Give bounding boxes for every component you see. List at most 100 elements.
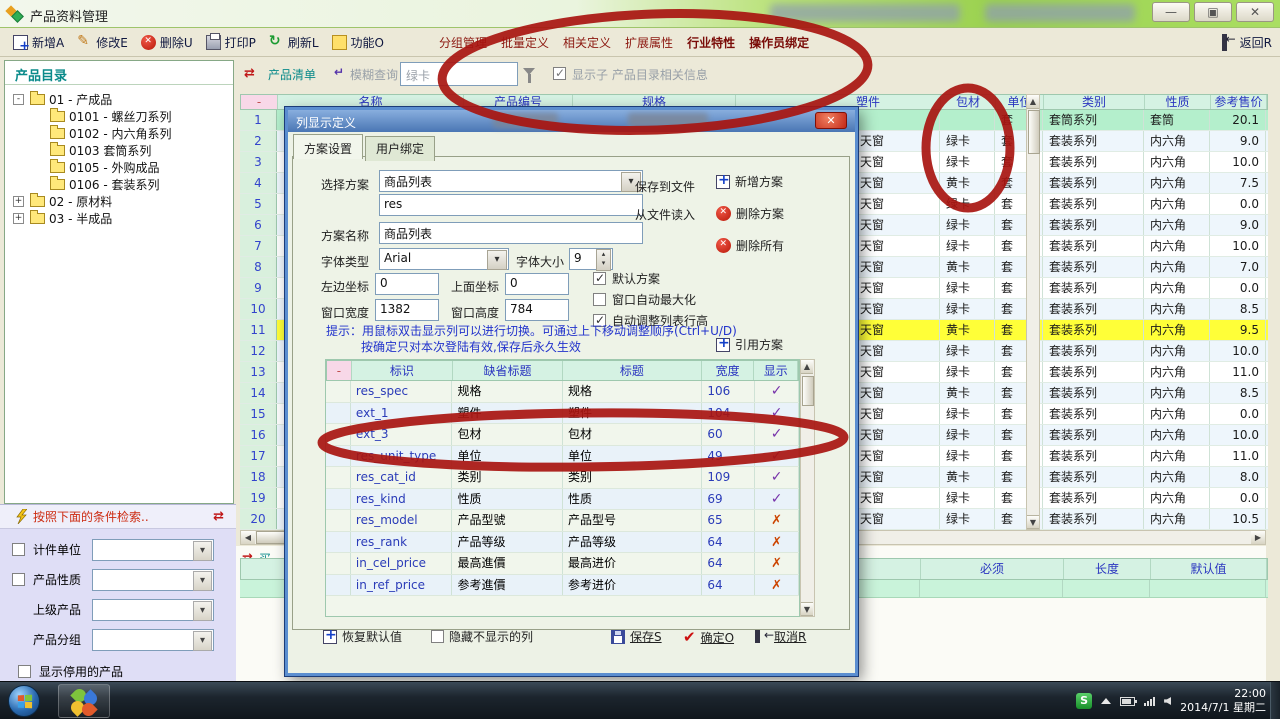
filter-dropdown[interactable] bbox=[92, 539, 214, 561]
column-header[interactable]: 类别 bbox=[1044, 95, 1145, 109]
network-signal-icon[interactable] bbox=[1144, 697, 1155, 706]
minimize-button[interactable]: — bbox=[1152, 2, 1190, 22]
menu-item[interactable]: 批量定义 bbox=[501, 34, 549, 51]
menu-item[interactable]: 行业特性 bbox=[687, 34, 735, 51]
swap-icon[interactable]: ⇄ bbox=[213, 509, 224, 524]
column-header[interactable]: 性质 bbox=[1145, 95, 1211, 109]
tree-item[interactable]: 0103 套筒系列 bbox=[7, 142, 231, 159]
column-header[interactable]: 标题 bbox=[563, 361, 702, 380]
column-header[interactable]: 宽度 bbox=[702, 361, 755, 380]
start-button[interactable] bbox=[8, 685, 40, 717]
product-list-label[interactable]: 产品清单 bbox=[268, 66, 316, 83]
column-def-row[interactable]: res_cat_id类别类别109✓ bbox=[326, 467, 799, 489]
top-coord-field[interactable]: 0 bbox=[505, 273, 569, 295]
column-header[interactable]: 必须 bbox=[921, 559, 1064, 579]
menu-item[interactable]: 相关定义 bbox=[563, 34, 611, 51]
save-button[interactable]: 保存S bbox=[611, 628, 662, 645]
hide-columns-checkbox-row[interactable]: 隐藏不显示的列 bbox=[431, 628, 533, 645]
toolbar-button-1[interactable]: 新增A bbox=[13, 34, 64, 51]
scroll-thumb[interactable] bbox=[1028, 110, 1040, 154]
column-def-row[interactable]: res_unit_type单位单位49✓ bbox=[326, 446, 799, 468]
font-select[interactable]: Arial bbox=[379, 248, 509, 270]
left-coord-field[interactable]: 0 bbox=[375, 273, 439, 295]
scroll-down-arrow[interactable]: ▼ bbox=[801, 602, 813, 616]
filter-icon[interactable] bbox=[523, 68, 535, 75]
toolbar-button-2[interactable]: 修改E bbox=[77, 34, 128, 51]
tree-expander[interactable]: - bbox=[13, 94, 24, 105]
scroll-thumb[interactable] bbox=[802, 376, 814, 406]
tree-expander[interactable]: + bbox=[13, 196, 24, 207]
scroll-down-arrow[interactable]: ▼ bbox=[1027, 515, 1039, 529]
toolbar-button-5[interactable]: 刷新L bbox=[269, 34, 319, 51]
delete-scheme-button[interactable]: 删除方案 bbox=[716, 205, 784, 222]
volume-icon[interactable] bbox=[1164, 697, 1171, 705]
column-def-row[interactable]: ext_1塑件塑件104✓ bbox=[326, 403, 799, 425]
tree-item[interactable]: -01 - 产成品 bbox=[7, 91, 231, 108]
tree-item[interactable]: 0105 - 外购成品 bbox=[7, 159, 231, 176]
default-scheme-checkbox[interactable] bbox=[593, 272, 606, 285]
menu-item[interactable]: 操作员绑定 bbox=[749, 34, 809, 51]
auto-maximize-checkbox-row[interactable]: 窗口自动最大化 bbox=[593, 291, 696, 308]
scroll-left-arrow[interactable]: ◀ bbox=[241, 531, 255, 544]
scroll-up-arrow[interactable]: ▲ bbox=[801, 360, 813, 374]
restore-defaults-button[interactable]: 恢复默认值 bbox=[323, 628, 402, 645]
default-scheme-checkbox-row[interactable]: 默认方案 bbox=[593, 270, 660, 287]
save-to-file-label[interactable]: 保存到文件 bbox=[635, 178, 695, 195]
filter-dropdown[interactable] bbox=[92, 599, 214, 621]
tree-item[interactable]: 0101 - 螺丝刀系列 bbox=[7, 108, 231, 125]
clock[interactable]: 22:00 2014/7/1 星期二 bbox=[1180, 687, 1266, 715]
column-def-row[interactable] bbox=[326, 596, 799, 617]
filter-dropdown[interactable] bbox=[92, 569, 214, 591]
new-scheme-button[interactable]: 新增方案 bbox=[716, 173, 783, 190]
close-button[interactable]: ✕ bbox=[1236, 2, 1274, 22]
column-header[interactable]: 长度 bbox=[1064, 559, 1151, 579]
show-disabled-checkbox[interactable] bbox=[18, 665, 31, 678]
font-size-stepper[interactable]: 9 bbox=[569, 248, 613, 270]
tree-item[interactable]: +02 - 原材料 bbox=[7, 193, 231, 210]
vertical-scrollbar[interactable]: ▲ ▼ bbox=[1026, 94, 1040, 530]
column-header[interactable]: - bbox=[327, 361, 352, 380]
tab-scheme-settings[interactable]: 方案设置 bbox=[293, 134, 363, 159]
column-header[interactable]: 显示 bbox=[754, 361, 798, 380]
column-header[interactable]: 参考售价 bbox=[1211, 95, 1267, 109]
cancel-button[interactable]: 取消R bbox=[755, 628, 806, 645]
toolbar-button-6[interactable]: 功能O bbox=[332, 34, 384, 51]
column-header[interactable]: 默认值 bbox=[1151, 559, 1267, 579]
column-def-row[interactable]: res_rank产品等级产品等级64✗ bbox=[326, 532, 799, 554]
dialog-close-button[interactable]: ✕ bbox=[815, 112, 847, 129]
menu-item[interactable]: 扩展属性 bbox=[625, 34, 673, 51]
search-input[interactable]: 绿卡 bbox=[400, 62, 518, 86]
battery-icon[interactable] bbox=[1120, 697, 1135, 706]
ok-button[interactable]: ✔确定O bbox=[683, 628, 734, 646]
toolbar-button-4[interactable]: 打印P bbox=[206, 34, 256, 51]
scroll-right-arrow[interactable]: ▶ bbox=[1251, 531, 1265, 544]
menu-item[interactable]: 分组管理 bbox=[439, 34, 487, 51]
taskbar-app-button[interactable] bbox=[58, 684, 110, 718]
window-width-field[interactable]: 1382 bbox=[375, 299, 439, 321]
toolbar-button-3[interactable]: 删除U bbox=[141, 34, 193, 51]
tree-expander[interactable]: + bbox=[13, 213, 24, 224]
filter-checkbox[interactable] bbox=[12, 573, 25, 586]
column-header[interactable]: 包材 bbox=[941, 95, 996, 109]
filter-checkbox[interactable] bbox=[12, 543, 25, 556]
column-def-row[interactable]: res_model产品型號产品型号65✗ bbox=[326, 510, 799, 532]
tree-item[interactable]: +03 - 半成品 bbox=[7, 210, 231, 227]
window-height-field[interactable]: 784 bbox=[505, 299, 569, 321]
scheme-id-field[interactable]: res bbox=[379, 194, 643, 216]
hide-columns-checkbox[interactable] bbox=[431, 630, 444, 643]
scheme-select[interactable]: 商品列表 bbox=[379, 170, 643, 192]
column-header[interactable]: 标识 bbox=[352, 361, 453, 380]
show-sub-checkbox[interactable] bbox=[553, 67, 566, 80]
tray-app-icon[interactable]: S bbox=[1076, 693, 1092, 709]
tree-item[interactable]: 0102 - 内六角系列 bbox=[7, 125, 231, 142]
read-from-file-label[interactable]: 从文件读入 bbox=[635, 206, 695, 223]
show-desktop-button[interactable] bbox=[1270, 682, 1280, 719]
reference-scheme-button[interactable]: 引用方案 bbox=[716, 336, 783, 353]
tray-expand-icon[interactable] bbox=[1101, 698, 1111, 704]
tree-item[interactable]: 0106 - 套装系列 bbox=[7, 176, 231, 193]
column-def-row[interactable]: res_kind性质性质69✓ bbox=[326, 489, 799, 511]
filter-dropdown[interactable] bbox=[92, 629, 214, 651]
column-def-row[interactable]: in_ref_price参考進價参考进价64✗ bbox=[326, 575, 799, 597]
auto-maximize-checkbox[interactable] bbox=[593, 293, 606, 306]
column-header[interactable]: - bbox=[241, 95, 278, 109]
